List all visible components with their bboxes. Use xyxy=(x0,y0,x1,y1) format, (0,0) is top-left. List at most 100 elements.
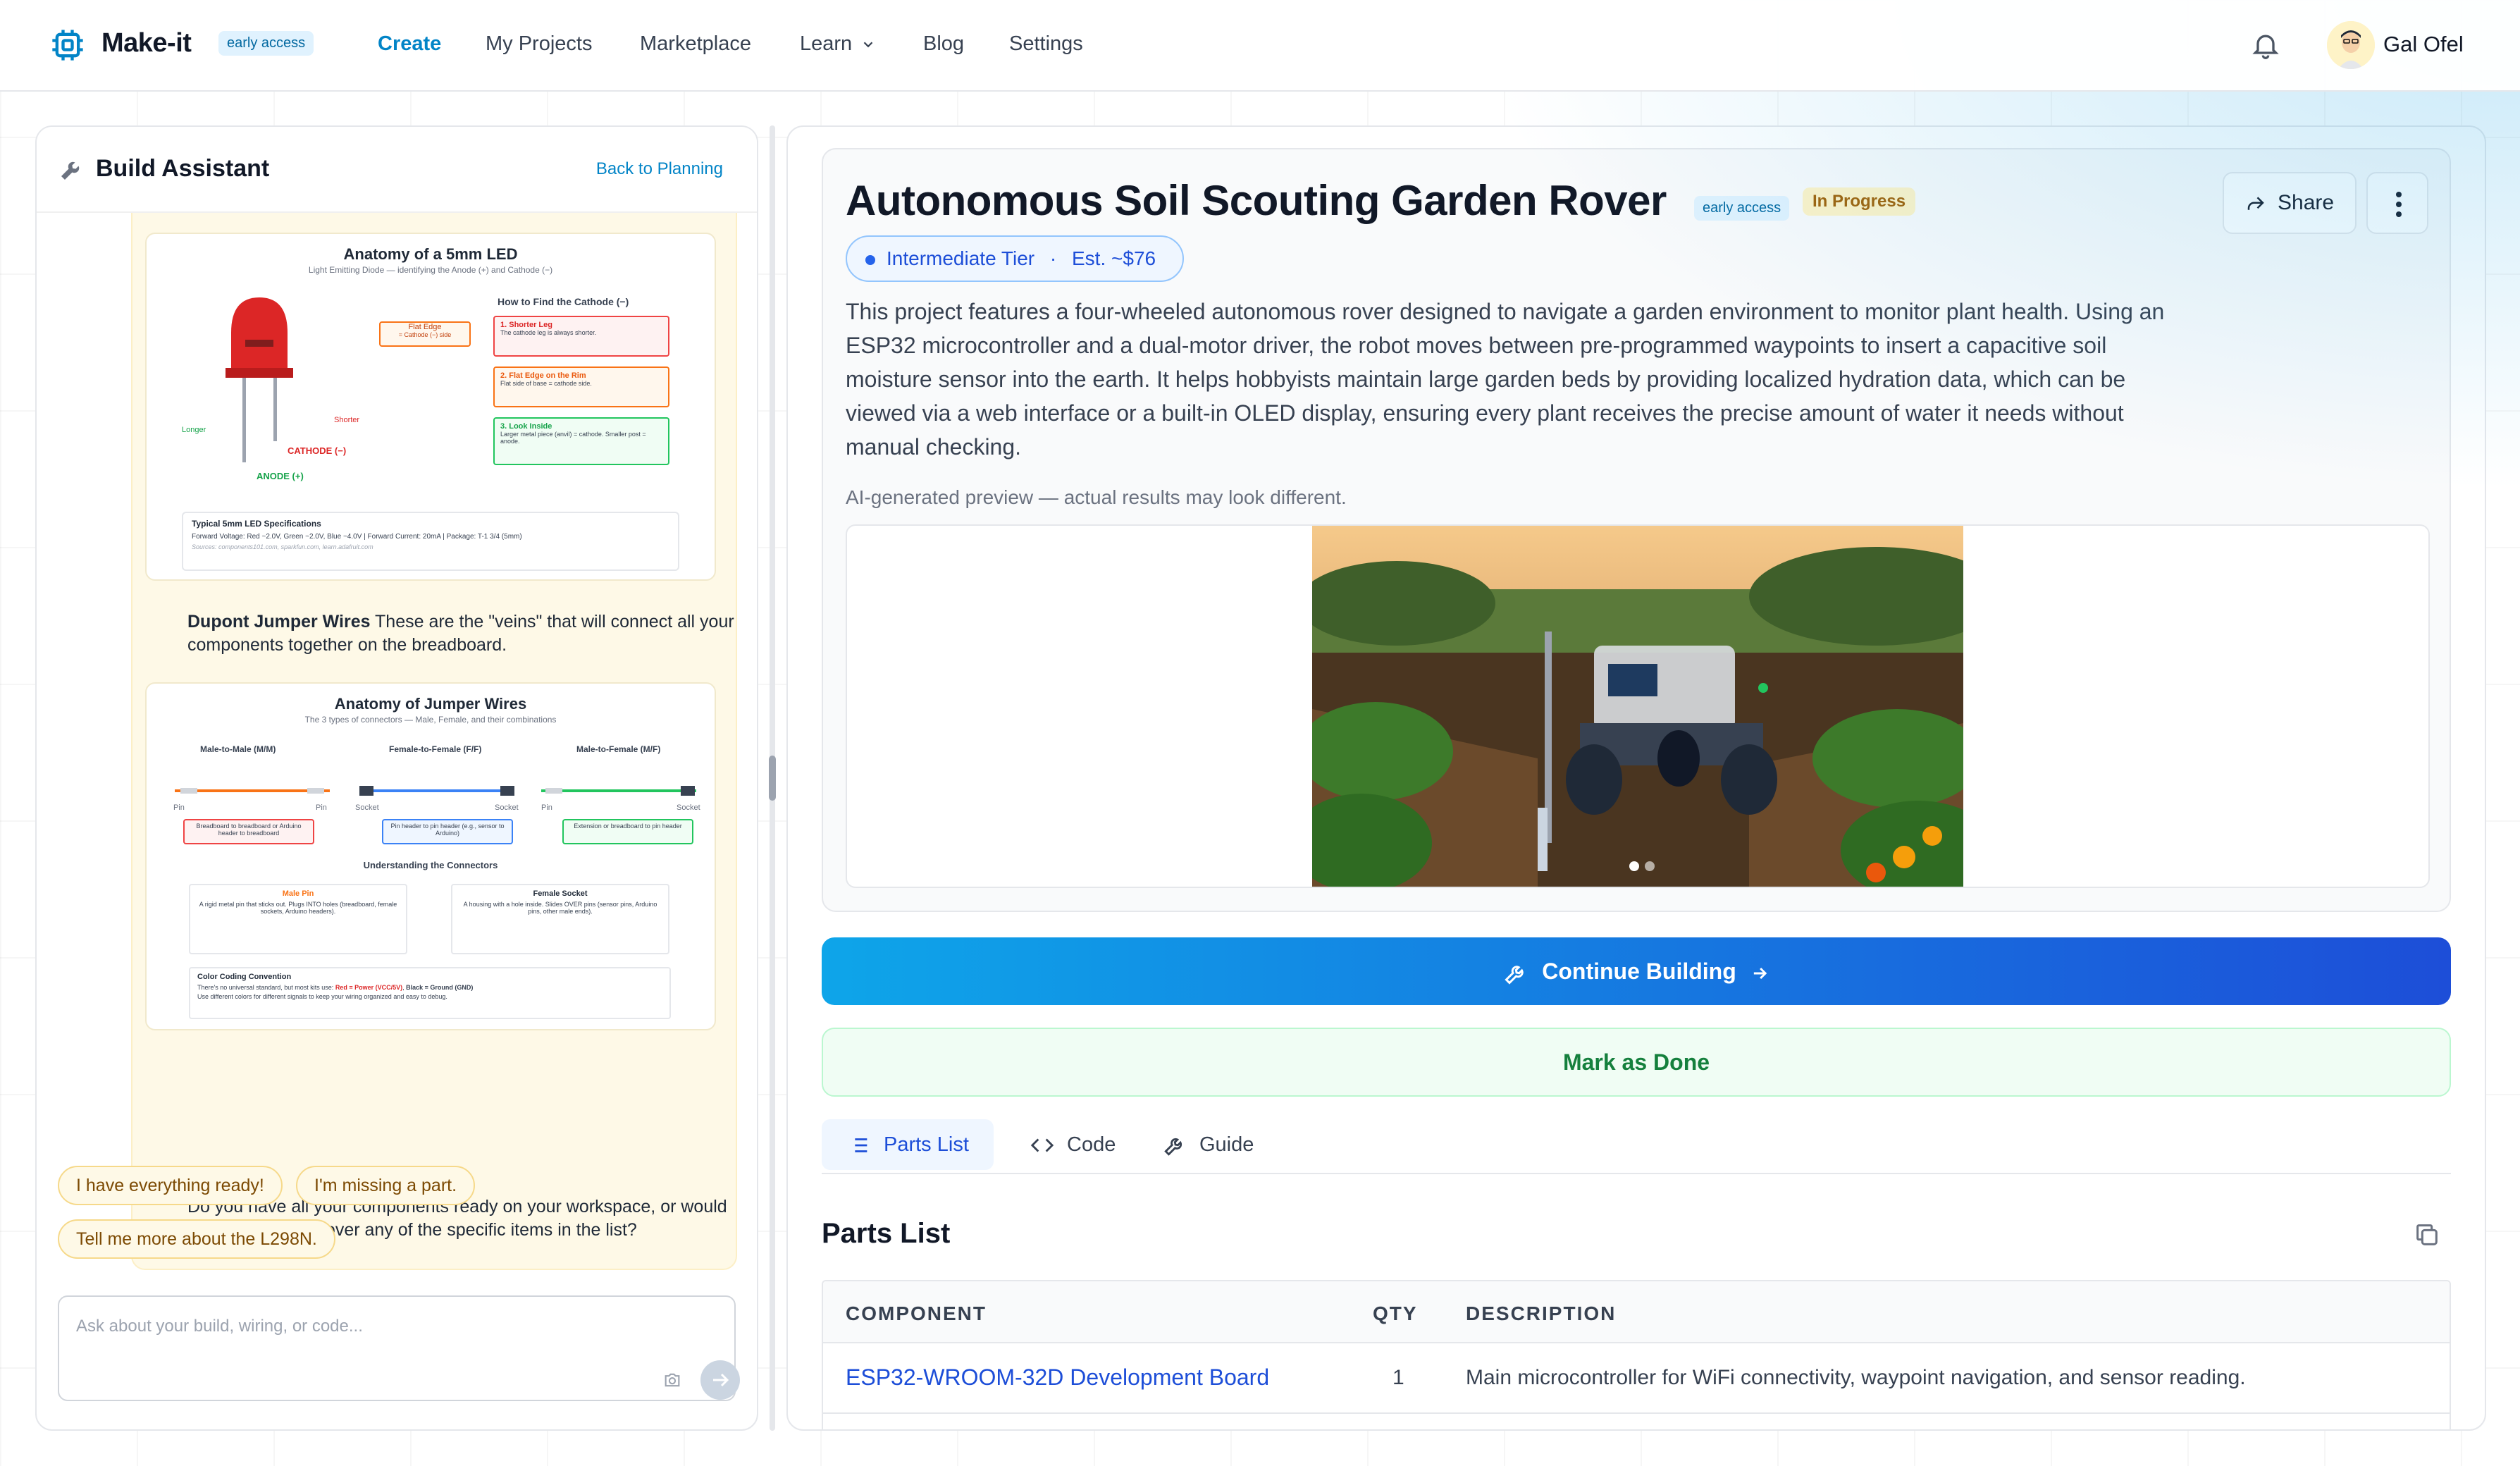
cathode-label: CATHODE (−) xyxy=(288,445,347,456)
carousel-dot-1[interactable] xyxy=(1629,861,1639,871)
mf-left-pin: Pin xyxy=(541,803,552,812)
project-panel: Autonomous Soil Scouting Garden Rover ea… xyxy=(786,125,2486,1431)
tip1-text: The cathode leg is always shorter. xyxy=(500,329,597,336)
avatar[interactable] xyxy=(2327,21,2375,69)
tier-dot-icon xyxy=(865,255,875,265)
led-anatomy-diagram: Anatomy of a 5mm LED Light Emitting Diod… xyxy=(145,233,716,581)
male-pin-box: Male Pin A rigid metal pin that sticks o… xyxy=(189,884,407,954)
nav-link-settings[interactable]: Settings xyxy=(1009,32,1083,56)
color-red-rule: Red = Power (VCC/5V) xyxy=(335,984,403,991)
jumper-diagram-subtitle: The 3 types of connectors — Male, Female… xyxy=(304,715,557,725)
component-description: Main microcontroller for WiFi connectivi… xyxy=(1466,1366,2246,1389)
tip1-title: 1. Shorter Leg xyxy=(500,321,552,329)
nav-link-marketplace[interactable]: Marketplace xyxy=(640,32,751,56)
mm-label: Male-to-Male (M/M) xyxy=(200,744,276,754)
mark-as-done-button[interactable]: Mark as Done xyxy=(822,1028,2451,1097)
camera-icon[interactable] xyxy=(661,1370,684,1390)
chat-input[interactable]: Ask about your build, wiring, or code... xyxy=(58,1295,740,1401)
flat-edge-label: Flat Edge xyxy=(408,323,442,331)
tip2-text: Flat side of base = cathode side. xyxy=(500,380,592,387)
color-coding-note: Use different colors for different signa… xyxy=(197,993,447,1000)
ff-left-socket: Socket xyxy=(355,803,379,812)
chip-logo-icon[interactable] xyxy=(49,27,86,63)
color-coding-title: Color Coding Convention xyxy=(197,973,292,981)
arrow-right-icon xyxy=(1753,967,1767,979)
tab-parts-list-label: Parts List xyxy=(884,1133,969,1156)
tier-pill: Intermediate Tier · Est. ~$76 xyxy=(846,235,1184,282)
assistant-header: Build Assistant Back to Planning xyxy=(37,127,757,213)
mf-label: Male-to-Female (M/F) xyxy=(576,744,661,754)
tip-look-inside: 3. Look Inside Larger metal piece (anvil… xyxy=(493,417,669,465)
assistant-message: Anatomy of a 5mm LED Light Emitting Diod… xyxy=(131,197,737,1270)
nav-link-my-projects[interactable]: My Projects xyxy=(486,32,592,56)
tip3-text: Larger metal piece (anvil) = cathode. Sm… xyxy=(500,431,646,445)
project-description: This project features a four-wheeled aut… xyxy=(846,299,2165,460)
top-nav: Make-it early access Create My Projects … xyxy=(0,0,2520,92)
resize-handle[interactable] xyxy=(769,756,776,801)
back-to-planning-link[interactable]: Back to Planning xyxy=(596,159,723,179)
tab-guide[interactable]: Guide xyxy=(1137,1119,1271,1170)
list-icon xyxy=(851,1138,867,1152)
mm-use: Breadboard to breadboard or Arduino head… xyxy=(183,819,314,844)
nav-link-learn[interactable]: Learn xyxy=(800,32,876,56)
table-header: COMPONENT QTY DESCRIPTION xyxy=(823,1281,2450,1343)
tab-code-label: Code xyxy=(1067,1133,1116,1156)
app-name[interactable]: Make-it xyxy=(101,28,192,58)
chip-missing-part[interactable]: I'm missing a part. xyxy=(296,1166,476,1205)
led-spec-box: Typical 5mm LED Specifications Forward V… xyxy=(182,512,679,571)
tip-shorter-leg: 1. Shorter Leg The cathode leg is always… xyxy=(493,316,669,357)
tier-label: Intermediate Tier xyxy=(887,247,1035,269)
jumper-diagram-title: Anatomy of Jumper Wires xyxy=(334,695,527,713)
female-socket-title: Female Socket xyxy=(533,889,588,898)
tab-code[interactable]: Code xyxy=(1005,1119,1125,1170)
copy-icon[interactable] xyxy=(2413,1221,2441,1249)
how-to-find-cathode: How to Find the Cathode (−) xyxy=(498,296,629,307)
more-vertical-icon xyxy=(2396,192,2402,217)
ai-preview-note: AI-generated preview — actual results ma… xyxy=(846,486,1347,508)
ff-use: Pin header to pin header (e.g., sensor t… xyxy=(382,819,513,844)
col-component: COMPONENT xyxy=(846,1302,987,1324)
carousel-dot-2[interactable] xyxy=(1645,861,1655,871)
jumper-anatomy-diagram: Anatomy of Jumper Wires The 3 types of c… xyxy=(145,682,716,1030)
ff-right-socket: Socket xyxy=(495,803,519,812)
share-icon xyxy=(2247,197,2264,210)
ff-label: Female-to-Female (F/F) xyxy=(389,744,482,754)
chip-ready[interactable]: I have everything ready! xyxy=(58,1166,283,1205)
anode-label: ANODE (+) xyxy=(257,471,304,481)
color-coding-box: Color Coding Convention There's no unive… xyxy=(189,967,671,1019)
carousel-dots xyxy=(1626,861,1657,875)
assistant-title: Build Assistant xyxy=(96,155,270,182)
cost-estimate: Est. ~$76 xyxy=(1072,247,1156,269)
send-button[interactable] xyxy=(700,1360,740,1400)
led-spec-title: Typical 5mm LED Specifications xyxy=(192,519,321,529)
nav-link-create[interactable]: Create xyxy=(378,32,441,56)
shorter-label: Shorter xyxy=(334,416,360,424)
bell-icon[interactable] xyxy=(2250,30,2281,61)
more-options-button[interactable] xyxy=(2366,172,2428,234)
component-qty: 1 xyxy=(1392,1366,1404,1389)
mf-right-socket: Socket xyxy=(677,803,700,812)
wrench-icon xyxy=(1505,965,1524,985)
jumper-heading: Dupont Jumper Wires xyxy=(187,612,371,632)
rover-preview-image[interactable] xyxy=(1312,526,1963,888)
parts-table: COMPONENT QTY DESCRIPTION ESP32-WROOM-32… xyxy=(822,1280,2451,1429)
chip-l298n[interactable]: Tell me more about the L298N. xyxy=(58,1219,335,1259)
nav-link-learn-label: Learn xyxy=(800,32,853,55)
user-name[interactable]: Gal Ofel xyxy=(2383,32,2464,57)
wrench-icon xyxy=(61,161,80,180)
female-socket-text: A housing with a hole inside. Slides OVE… xyxy=(463,901,657,915)
color-black-rule: Black = Ground (GND) xyxy=(406,984,474,991)
component-link[interactable]: ESP32-WROOM-32D Development Board xyxy=(846,1365,1269,1391)
flat-edge-callout: Flat Edge = Cathode (−) side xyxy=(379,321,471,347)
user-avatar-icon xyxy=(2327,21,2375,69)
male-pin-title: Male Pin xyxy=(282,889,314,898)
led-sources: Sources: components101.com, sparkfun.com… xyxy=(192,543,373,550)
color-coding-line: There's no universal standard, but most … xyxy=(197,984,662,991)
nav-link-blog[interactable]: Blog xyxy=(923,32,964,56)
chat-input-placeholder: Ask about your build, wiring, or code... xyxy=(76,1317,363,1336)
tip2-title: 2. Flat Edge on the Rim xyxy=(500,371,586,380)
share-button[interactable]: Share xyxy=(2223,172,2357,234)
share-label: Share xyxy=(2278,191,2335,214)
continue-building-button[interactable]: Continue Building xyxy=(822,937,2451,1005)
tab-parts-list[interactable]: Parts List xyxy=(822,1119,994,1170)
